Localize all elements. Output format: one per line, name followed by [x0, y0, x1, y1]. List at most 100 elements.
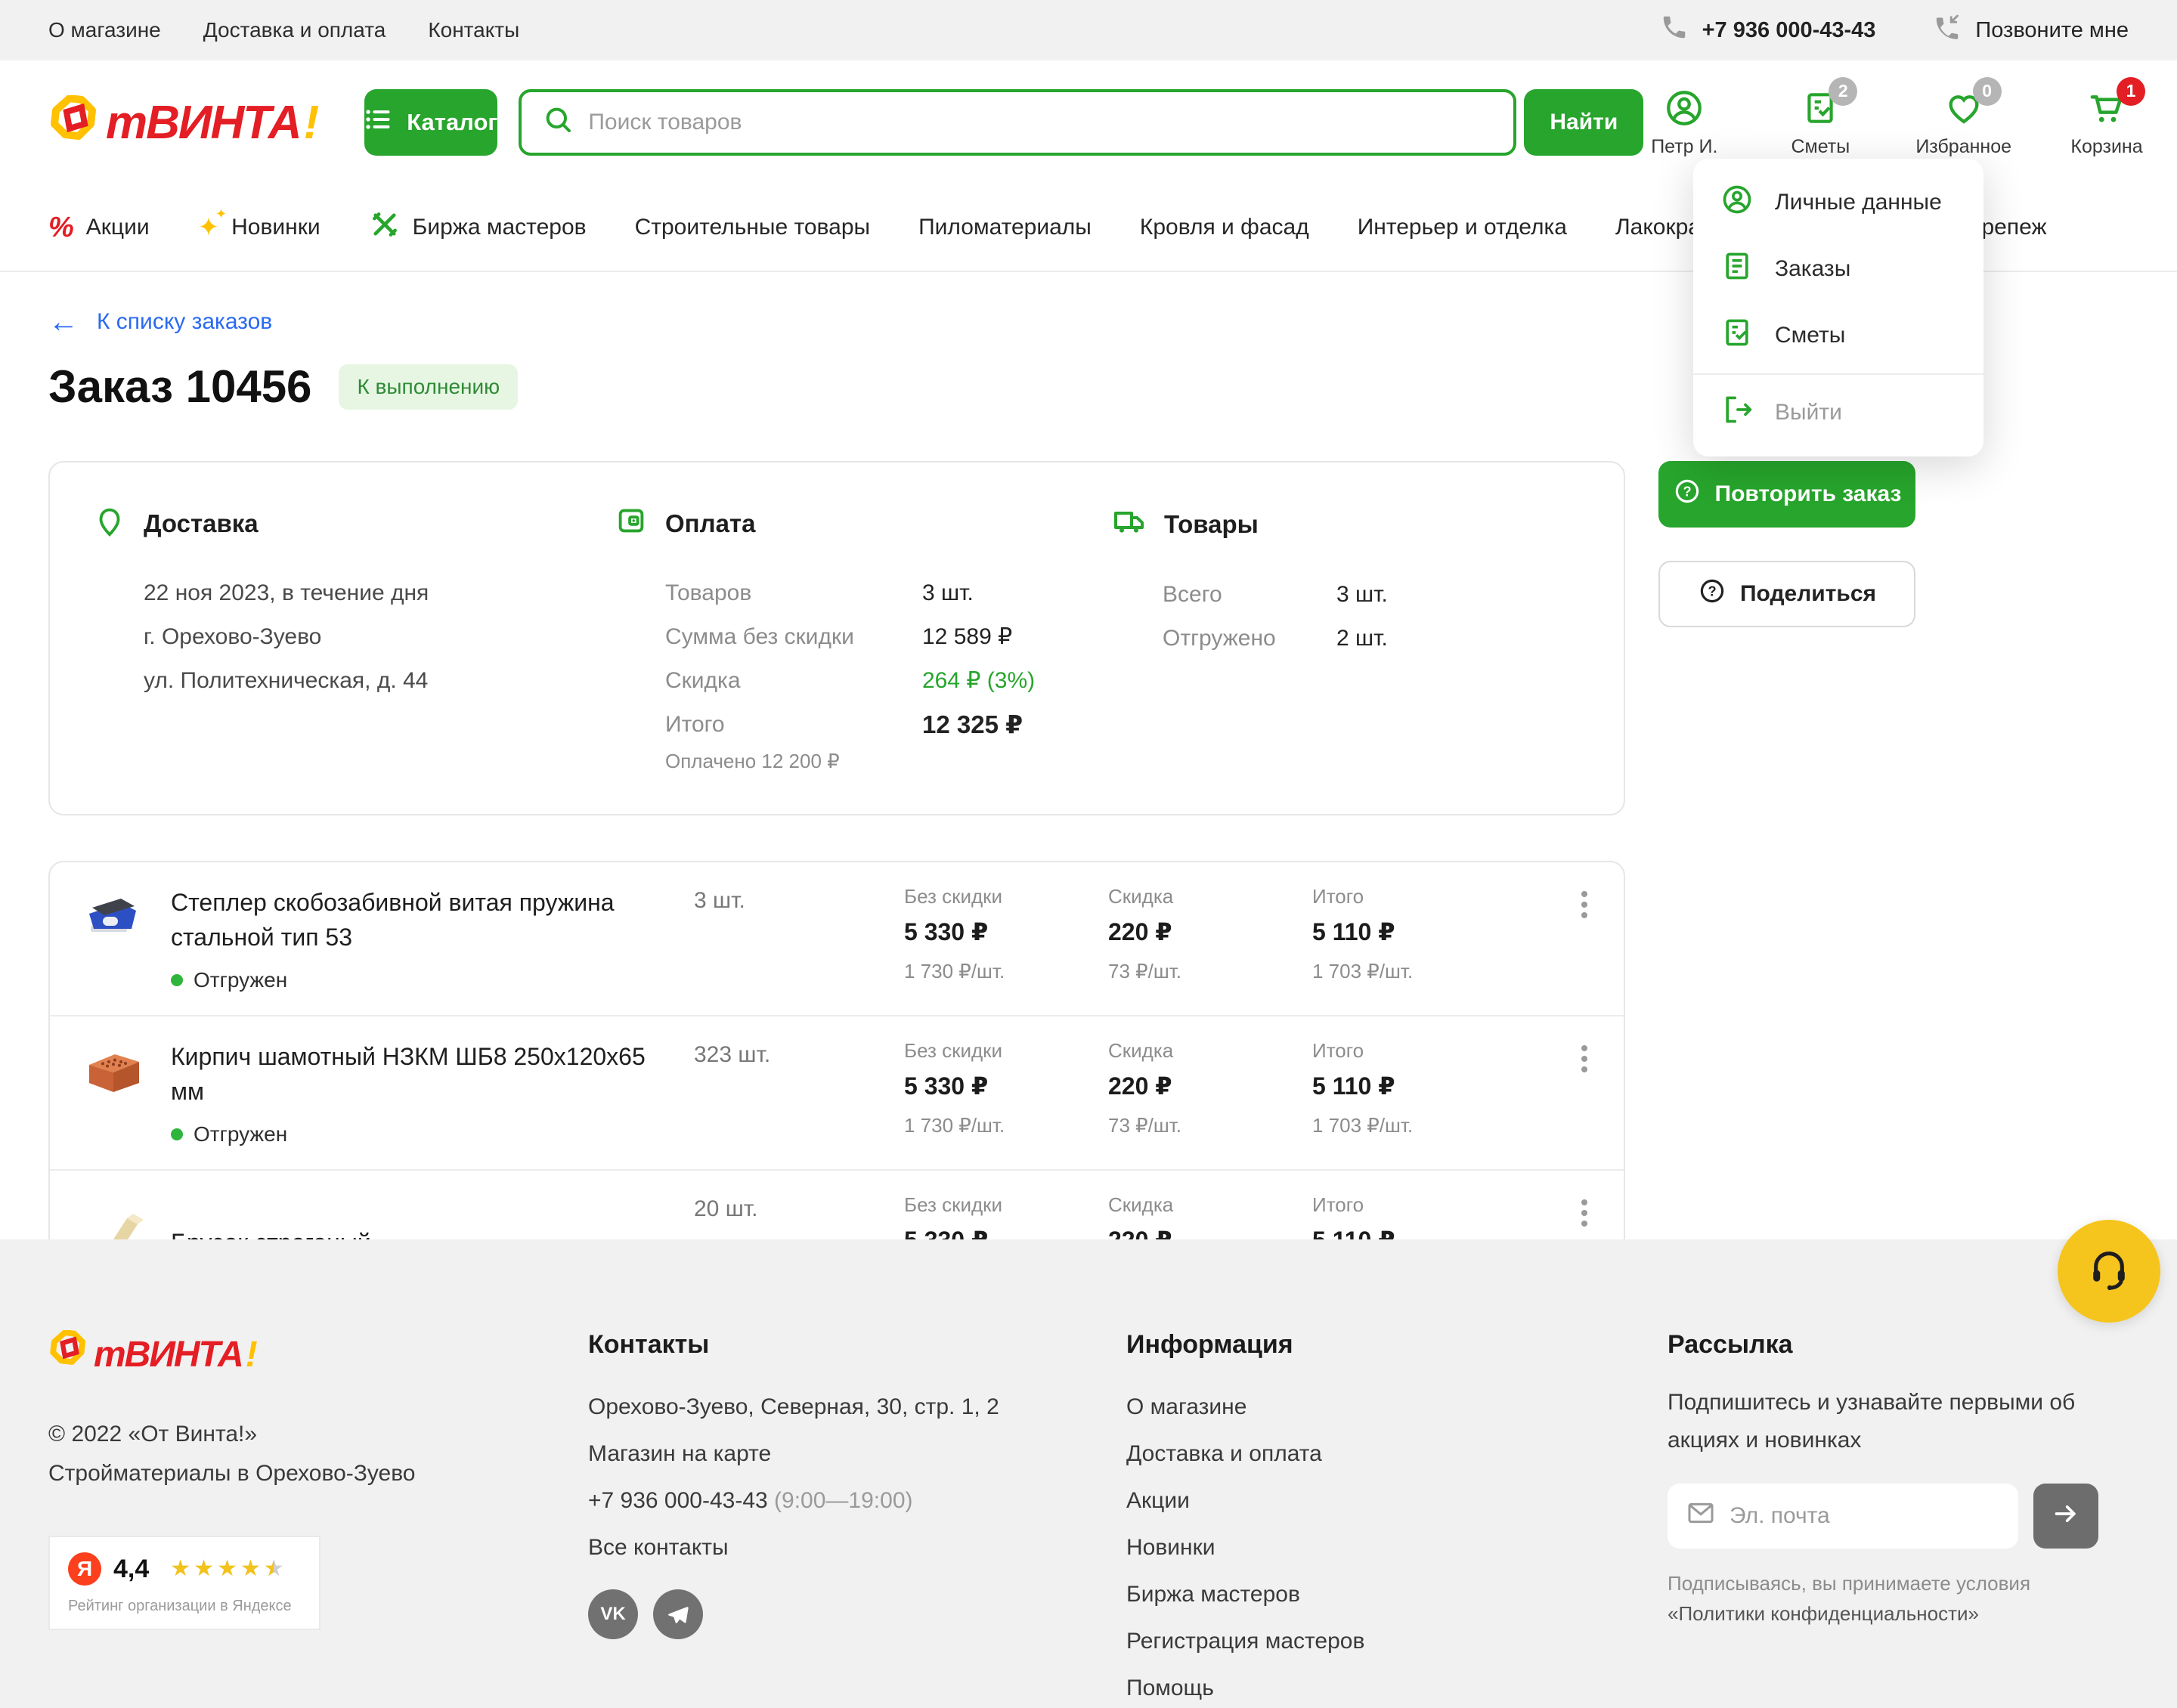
- email-field[interactable]: [1730, 1503, 2000, 1529]
- privacy-policy-link[interactable]: «Политики конфиденциальности»: [1668, 1602, 1979, 1625]
- topbar-link-contacts[interactable]: Контакты: [428, 18, 519, 42]
- price-total: Итого 5 110 ₽ 1 703 ₽/шт.: [1312, 885, 1554, 983]
- callback-link[interactable]: Позвоните мне: [1933, 13, 2129, 48]
- nav-item-promos[interactable]: %Акции: [48, 212, 150, 244]
- envelope-icon: [1686, 1498, 1716, 1534]
- estimates-icon: 2: [1801, 88, 1839, 128]
- logo-nut-icon: [48, 95, 103, 150]
- yandex-rating-widget[interactable]: Я 4,4 ★★★★★★ Рейтинг организации в Яндек…: [48, 1536, 321, 1630]
- star-icon: ★: [217, 1558, 237, 1580]
- cart-button[interactable]: 1 Корзина: [2066, 88, 2148, 158]
- tools-icon: [369, 209, 401, 246]
- vk-icon[interactable]: VK: [588, 1589, 638, 1639]
- all-contacts-link[interactable]: Все контакты: [588, 1524, 1126, 1571]
- nav-item-building[interactable]: Строительные товары: [635, 215, 871, 240]
- product-row: Степлер скобозабивной витая пружина стал…: [50, 862, 1624, 1015]
- search-input[interactable]: [588, 110, 1492, 135]
- account-menu-button[interactable]: Петр И.: [1643, 88, 1725, 158]
- menu-item-estimates[interactable]: Сметы: [1693, 302, 1983, 369]
- nav-item-interior[interactable]: Интерьер и отделка: [1358, 215, 1567, 240]
- goods-shipped: 2 шт.: [1336, 617, 1388, 661]
- status-dot-icon: [171, 1128, 183, 1140]
- product-image-stapler: [80, 885, 147, 951]
- delivery-date: 22 ноя 2023, в течение дня: [144, 571, 614, 615]
- price-total: Итого 5 110 ₽ 1 703 ₽/шт.: [1312, 1039, 1554, 1137]
- product-name[interactable]: Степлер скобозабивной витая пружина стал…: [171, 885, 658, 955]
- newsletter-note: Подписываясь, вы принимаете условия: [1668, 1572, 2030, 1595]
- product-name[interactable]: Кирпич шамотный НЗКМ ШБ8 250х120х65 мм: [171, 1039, 658, 1109]
- back-to-orders-link[interactable]: ← К списку заказов: [48, 307, 272, 337]
- delivery-street: ул. Политехническая, д. 44: [144, 659, 614, 703]
- favorites-count-badge: 0: [1973, 77, 2002, 106]
- product-qty: 3 шт.: [694, 885, 904, 914]
- orders-icon: [1720, 249, 1754, 289]
- heart-icon: 0: [1944, 88, 1983, 128]
- svg-text:?: ?: [1683, 484, 1691, 499]
- arrow-right-icon: [2051, 1499, 2081, 1534]
- phone-link[interactable]: +7 936 000-43-43: [1660, 13, 1876, 48]
- delivery-section: Доставка 22 ноя 2023, в течение дня г. О…: [92, 503, 614, 773]
- catalog-button[interactable]: Каталог: [364, 89, 497, 156]
- status-dot-icon: [171, 974, 183, 986]
- footer: тВИНТА! © 2022 «От Винта!» Стройматериал…: [0, 1239, 2177, 1708]
- email-field-wrap: [1668, 1484, 2018, 1549]
- share-button[interactable]: ? Поделиться: [1658, 561, 1915, 627]
- footer-link-promos[interactable]: Акции: [1126, 1477, 1668, 1524]
- cart-icon: 1: [2086, 88, 2127, 128]
- phone-icon: [1660, 13, 1689, 48]
- callback-phone-icon: [1933, 13, 1962, 48]
- logo[interactable]: тВИНТА!: [48, 95, 319, 150]
- product-qty: 323 шт.: [694, 1039, 904, 1068]
- footer-link-masters[interactable]: Биржа мастеров: [1126, 1571, 1668, 1618]
- copyright-line: © 2022 «От Винта!»: [48, 1415, 588, 1454]
- nav-item-roofing[interactable]: Кровля и фасад: [1140, 215, 1309, 240]
- menu-item-orders[interactable]: Заказы: [1693, 236, 1983, 302]
- support-chat-button[interactable]: [2058, 1220, 2160, 1323]
- wallet-icon: [614, 503, 649, 544]
- user-icon: [1720, 183, 1754, 222]
- footer-address: Орехово-Зуево, Северная, 30, стр. 1, 2: [588, 1384, 1126, 1431]
- topbar-link-delivery[interactable]: Доставка и оплата: [203, 18, 386, 42]
- percent-icon: %: [48, 212, 74, 244]
- telegram-icon[interactable]: [653, 1589, 703, 1639]
- footer-link-help[interactable]: Помощь: [1126, 1665, 1668, 1708]
- footer-link-delivery[interactable]: Доставка и оплата: [1126, 1431, 1668, 1477]
- nav-item-lumber[interactable]: Пиломатериалы: [918, 215, 1092, 240]
- svg-text:?: ?: [1708, 583, 1716, 599]
- menu-item-logout[interactable]: Выйти: [1693, 379, 1983, 446]
- price-discount: Скидка 220 ₽ 73 ₽/шт.: [1108, 1039, 1312, 1137]
- topbar-link-about[interactable]: О магазине: [48, 18, 161, 42]
- order-summary-card: Доставка 22 ноя 2023, в течение дня г. О…: [48, 461, 1625, 815]
- store-on-map-link[interactable]: Магазин на карте: [588, 1431, 1126, 1477]
- search-icon: [543, 104, 573, 141]
- location-pin-icon: [92, 503, 127, 544]
- row-menu-kebab-icon[interactable]: [1554, 1039, 1615, 1072]
- nav-item-new[interactable]: ✦✦Новинки: [198, 212, 321, 243]
- price-discount: Скидка 220 ₽ 73 ₽/шт.: [1108, 885, 1312, 983]
- truck-icon: [1111, 503, 1147, 546]
- payment-discount: 264 ₽ (3%): [922, 659, 1035, 703]
- favorites-button[interactable]: 0 Избранное: [1915, 88, 2011, 158]
- nav-item-masters[interactable]: Биржа мастеров: [369, 209, 587, 246]
- arrow-left-icon: ←: [48, 307, 79, 337]
- estimates-button[interactable]: 2 Сметы: [1779, 88, 1861, 158]
- footer-link-new[interactable]: Новинки: [1126, 1524, 1668, 1571]
- working-hours: (9:00—19:00): [774, 1488, 912, 1513]
- search-submit-button[interactable]: Найти: [1524, 89, 1643, 156]
- footer-info-title: Информация: [1126, 1330, 1668, 1360]
- estimates-icon: [1720, 316, 1754, 355]
- row-menu-kebab-icon[interactable]: [1554, 1193, 1615, 1227]
- subscribe-button[interactable]: [2033, 1484, 2098, 1549]
- rating-stars: ★★★★★★: [170, 1558, 284, 1580]
- menu-item-personal-data[interactable]: Личные данные: [1693, 169, 1983, 236]
- payment-section: Оплата Товаров3 шт. Сумма без скидки12 5…: [614, 503, 1111, 773]
- footer-contacts-title: Контакты: [588, 1330, 1126, 1360]
- footer-link-about[interactable]: О магазине: [1126, 1384, 1668, 1431]
- row-menu-kebab-icon[interactable]: [1554, 885, 1615, 918]
- repeat-order-button[interactable]: ? Повторить заказ: [1658, 461, 1915, 528]
- newsletter-description: Подпишитесь и узнавайте первыми об акция…: [1668, 1384, 2098, 1459]
- footer-link-master-reg[interactable]: Регистрация мастеров: [1126, 1618, 1668, 1665]
- goods-section: Товары Всего3 шт. Отгружено2 шт.: [1111, 503, 1565, 773]
- footer-phone: +7 936 000-43-43 (9:00—19:00): [588, 1477, 1126, 1524]
- footer-logo[interactable]: тВИНТА!: [48, 1330, 588, 1378]
